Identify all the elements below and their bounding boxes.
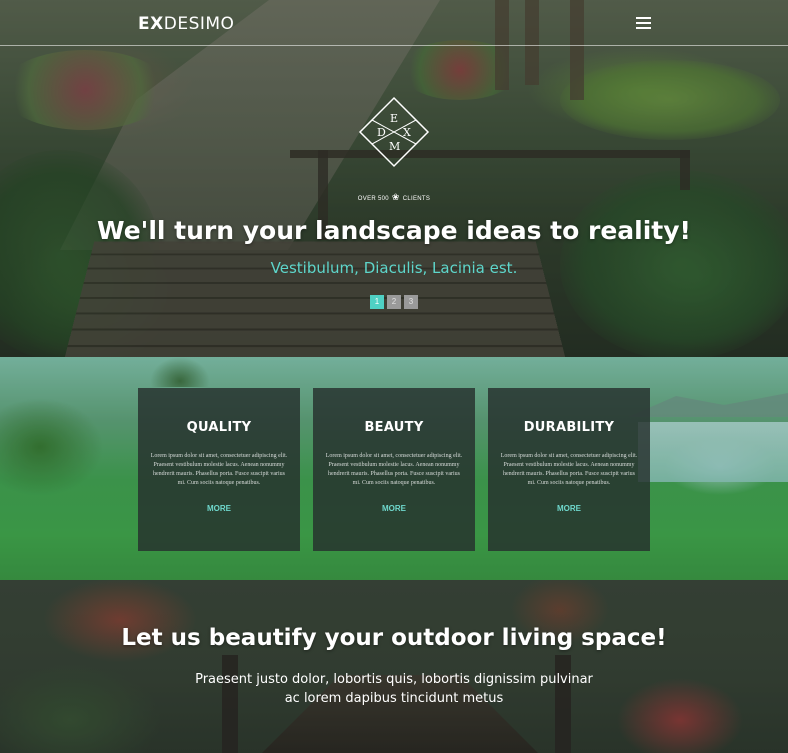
feature-card-beauty: BEAUTY Lorem ipsum dolor sit amet, conse…	[313, 388, 475, 551]
emblem-letter-bottom: M	[389, 140, 401, 153]
cta-text-line-2: ac lorem dapibus tincidunt metus	[284, 691, 504, 706]
feature-card-title: DURABILITY	[523, 420, 615, 435]
cta-text-line-1: Praesent justo dolor, lobortis quis, lob…	[195, 672, 593, 687]
slider-pagination: 1 2 3	[370, 295, 418, 309]
feature-more-link[interactable]: MORE	[207, 504, 231, 513]
slider-page-2[interactable]: 2	[387, 295, 401, 309]
logo-light-text: DESIMO	[163, 14, 235, 34]
emblem-letter-left: D	[377, 126, 386, 139]
clients-right-text: CLIENTS	[402, 196, 431, 202]
emblem-letter-top: E	[390, 112, 399, 125]
feature-more-link[interactable]: MORE	[382, 504, 406, 513]
top-navbar: EXDESIMO	[0, 0, 788, 46]
hero-title: We'll turn your landscape ideas to reali…	[97, 216, 691, 245]
feature-card-text: Lorem ipsum dolor sit amet, consectetuer…	[500, 453, 638, 486]
cta-section: Let us beautify your outdoor living spac…	[0, 580, 788, 753]
feature-card-durability: DURABILITY Lorem ipsum dolor sit amet, c…	[488, 388, 650, 551]
hero-subtitle: Vestibulum, Diaculis, Lacinia est.	[270, 259, 518, 277]
feature-card-title: BEAUTY	[364, 420, 424, 435]
hero-section: EXDESIMO E D X M OVER 500 ❀ CLIENTS We'll …	[0, 0, 788, 357]
clients-left-text: OVER 500	[357, 196, 389, 202]
features-section: QUALITY Lorem ipsum dolor sit amet, cons…	[0, 357, 788, 580]
hamburger-menu-icon[interactable]	[636, 17, 651, 29]
feature-more-link[interactable]: MORE	[557, 504, 581, 513]
leaf-icon: ❀	[391, 192, 400, 202]
logo-bold-text: EX	[138, 14, 164, 34]
clients-badge: OVER 500 ❀ CLIENTS	[340, 192, 448, 203]
feature-card-text: Lorem ipsum dolor sit amet, consectetuer…	[150, 453, 288, 486]
slider-page-1[interactable]: 1	[370, 295, 384, 309]
feature-card-quality: QUALITY Lorem ipsum dolor sit amet, cons…	[138, 388, 300, 551]
emblem-letter-right: X	[403, 126, 411, 139]
feature-card-text: Lorem ipsum dolor sit amet, consectetuer…	[325, 453, 463, 486]
cta-shade	[0, 580, 788, 753]
cta-text: Praesent justo dolor, lobortis quis, lob…	[194, 670, 594, 708]
cta-title: Let us beautify your outdoor living spac…	[121, 625, 667, 651]
feature-card-title: QUALITY	[186, 420, 252, 435]
site-logo[interactable]: EXDESIMO	[138, 14, 234, 34]
emblem-logo: E D X M	[358, 96, 430, 168]
diamond-frame-icon	[358, 96, 430, 168]
slider-page-3[interactable]: 3	[404, 295, 418, 309]
